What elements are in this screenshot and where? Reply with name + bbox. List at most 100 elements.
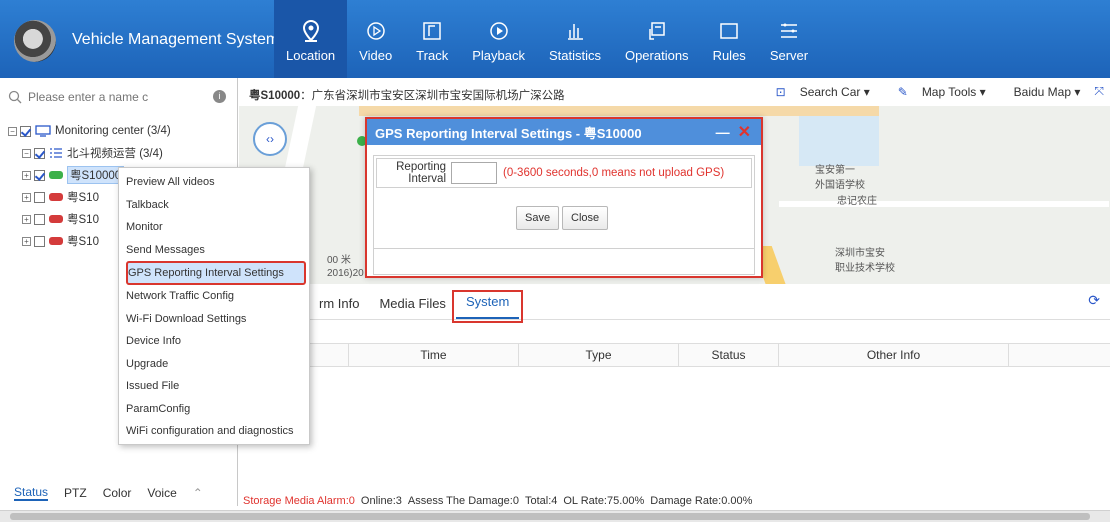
- collapse-icon[interactable]: −: [22, 148, 31, 158]
- checkbox[interactable]: [34, 169, 45, 181]
- top-bar: Vehicle Management System Location Video…: [0, 0, 1110, 78]
- offline-car-icon: [49, 215, 63, 223]
- tab-status[interactable]: Status: [14, 485, 49, 501]
- interval-hint: (0-3600 seconds,0 means not upload GPS): [503, 167, 725, 179]
- offline-car-icon: [49, 237, 63, 245]
- expand-icon[interactable]: +: [22, 214, 31, 224]
- search-icon: [8, 90, 22, 104]
- playback-icon: [489, 20, 509, 42]
- expand-icon[interactable]: +: [22, 170, 31, 180]
- dialog-title-bar[interactable]: GPS Reporting Interval Settings - 粤S1000…: [367, 119, 761, 145]
- save-button[interactable]: Save: [516, 206, 560, 230]
- status-damage: Assess The Damage:0: [407, 495, 519, 507]
- close-button[interactable]: Close: [562, 206, 609, 230]
- address-plate: 粤S10000: [249, 90, 301, 102]
- checkbox[interactable]: [20, 125, 31, 137]
- menu-gps-reporting-interval[interactable]: GPS Reporting Interval Settings: [126, 261, 306, 285]
- col-time[interactable]: Time: [349, 344, 519, 366]
- expand-icon[interactable]: +: [22, 236, 31, 246]
- dialog-body: Reporting Interval (0-3600 seconds,0 mea…: [373, 155, 755, 275]
- refresh-icon[interactable]: ⟳: [1088, 292, 1100, 309]
- status-storage: Storage Media Alarm:0: [243, 495, 355, 507]
- minimize-icon[interactable]: —: [716, 124, 730, 140]
- tab-voice[interactable]: Voice: [147, 486, 176, 500]
- tab-color[interactable]: Color: [103, 486, 132, 500]
- menu-issued-file[interactable]: Issued File: [119, 375, 309, 398]
- baidu-map-button[interactable]: Baidu Map ▾: [1000, 85, 1081, 99]
- status-total: Total:4: [524, 495, 558, 507]
- col-type[interactable]: Type: [519, 344, 679, 366]
- poi-school-2[interactable]: 深圳市宝安 职业技术学校: [835, 244, 895, 274]
- menu-wifi-download-settings[interactable]: Wi-Fi Download Settings: [119, 308, 309, 331]
- server-icon: [779, 20, 799, 42]
- nav-track[interactable]: Track: [404, 0, 460, 78]
- menu-monitor[interactable]: Monitor: [119, 216, 309, 239]
- status-bar: Storage Media Alarm:0 Online:3 Assess Th…: [239, 492, 1110, 510]
- tab-media-files[interactable]: Media Files: [369, 296, 455, 319]
- menu-upgrade[interactable]: Upgrade: [119, 353, 309, 376]
- map-copyright: 2016)20: [327, 268, 364, 279]
- collapse-up-icon[interactable]: ⌃: [193, 486, 203, 500]
- tree-root[interactable]: − Monitoring center (3/4): [8, 120, 171, 142]
- online-car-icon: [49, 171, 63, 179]
- app-title: Vehicle Management System: [72, 31, 280, 48]
- offline-car-icon: [49, 193, 63, 201]
- menu-send-messages[interactable]: Send Messages: [119, 239, 309, 262]
- nav-playback[interactable]: Playback: [460, 0, 537, 78]
- menu-network-traffic-config[interactable]: Network Traffic Config: [119, 285, 309, 308]
- info-icon[interactable]: i: [213, 90, 226, 103]
- poi-school-1[interactable]: 宝安第一 外国语学校: [815, 161, 865, 191]
- monitor-icon: [35, 125, 51, 137]
- nav-video[interactable]: Video: [347, 0, 404, 78]
- search-car-icon: ⊡: [775, 84, 786, 99]
- menu-param-config[interactable]: ParamConfig: [119, 398, 309, 421]
- nav-location[interactable]: Location: [274, 0, 348, 78]
- bottom-panel-tabs: rm Info Media Files System ⟳: [239, 284, 1110, 323]
- main-nav: Location Video Track Playback Statistics: [274, 0, 820, 78]
- fullscreen-icon[interactable]: ⤧: [1094, 84, 1104, 99]
- checkbox[interactable]: [34, 191, 45, 203]
- tab-alarm-info[interactable]: rm Info: [309, 296, 369, 319]
- operations-icon: [647, 20, 667, 42]
- context-menu: Preview All videos Talkback Monitor Send…: [118, 167, 310, 445]
- tree-group[interactable]: − 北斗视频运营 (3/4): [8, 142, 171, 164]
- checkbox[interactable]: [34, 147, 45, 159]
- pan-control[interactable]: ‹›: [253, 122, 287, 156]
- menu-wifi-config-diagnostics[interactable]: WiFi configuration and diagnostics: [119, 420, 309, 443]
- collapse-icon[interactable]: −: [8, 126, 17, 136]
- checkbox[interactable]: [34, 235, 45, 247]
- horizontal-scrollbar[interactable]: [0, 510, 1110, 522]
- close-icon[interactable]: ✕: [738, 122, 751, 142]
- search-car-button[interactable]: ⊡ Search Car ▾: [762, 85, 870, 99]
- interval-field-row: Reporting Interval (0-3600 seconds,0 mea…: [376, 158, 752, 188]
- menu-preview-all-videos[interactable]: Preview All videos: [119, 171, 309, 194]
- col-status[interactable]: Status: [679, 344, 779, 366]
- menu-talkback[interactable]: Talkback: [119, 194, 309, 217]
- nav-server[interactable]: Server: [758, 0, 820, 78]
- wrench-icon: ✎: [897, 84, 908, 99]
- nav-rules[interactable]: Rules: [701, 0, 758, 78]
- search-input[interactable]: [28, 90, 178, 104]
- address-separator: ：: [300, 90, 312, 102]
- expand-icon[interactable]: +: [22, 192, 31, 202]
- scrollbar-thumb[interactable]: [10, 513, 1090, 520]
- tab-system[interactable]: System: [451, 290, 524, 323]
- dialog-title: GPS Reporting Interval Settings - 粤S1000…: [375, 125, 642, 141]
- rules-icon: [719, 20, 739, 42]
- nav-operations[interactable]: Operations: [613, 0, 701, 78]
- nav-statistics[interactable]: Statistics: [537, 0, 613, 78]
- interval-label: Reporting Interval: [396, 161, 446, 185]
- left-bottom-tabs: Status PTZ Color Voice ⌃: [0, 480, 238, 506]
- tab-ptz[interactable]: PTZ: [64, 486, 87, 500]
- checkbox[interactable]: [34, 213, 45, 225]
- interval-input[interactable]: [451, 162, 497, 184]
- col-other-info[interactable]: Other Info: [779, 344, 1009, 366]
- poi-farm[interactable]: 忠记农庄: [837, 192, 877, 207]
- status-damage-rate: Damage Rate:0.00%: [650, 495, 753, 507]
- menu-device-info[interactable]: Device Info: [119, 330, 309, 353]
- address-location: 广东省深圳市宝安区深圳市宝安国际机场广深公路: [311, 90, 565, 102]
- track-icon: [422, 20, 442, 42]
- map-toolbar: ⊡ Search Car ▾ ✎ Map Tools ▾ Baidu Map ▾ ⤧: [748, 84, 1104, 99]
- gps-interval-dialog: GPS Reporting Interval Settings - 粤S1000…: [365, 117, 763, 278]
- map-tools-button[interactable]: ✎ Map Tools ▾: [884, 85, 986, 99]
